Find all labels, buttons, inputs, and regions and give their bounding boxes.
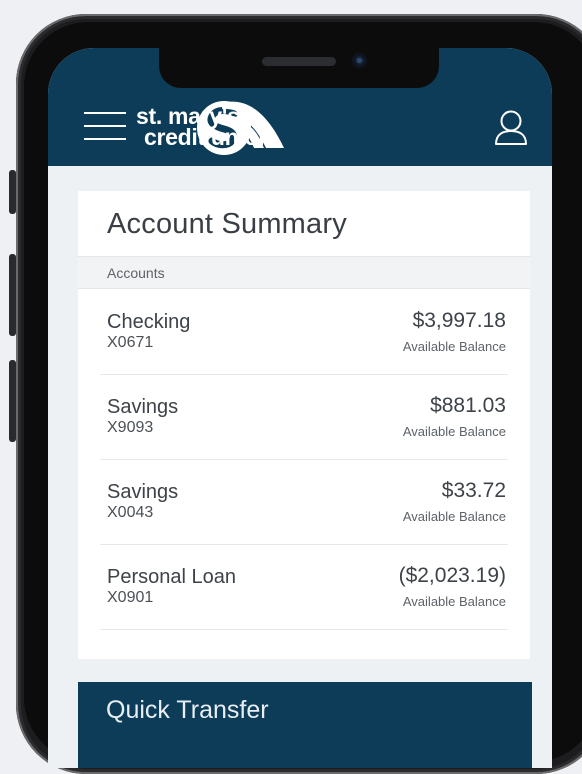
- account-name: Savings: [107, 481, 179, 503]
- account-balance: $33.72: [441, 479, 506, 502]
- page-title: Account Summary: [107, 208, 347, 240]
- account-number: X0043: [107, 504, 154, 521]
- quick-transfer-title: Quick Transfer: [106, 696, 269, 724]
- account-balance: $3,997.18: [412, 309, 506, 332]
- account-summary-card: Account Summary Accounts Checking X0671 …: [78, 191, 530, 659]
- balance-caption: Available Balance: [402, 594, 506, 609]
- phone-screen: st. mary's credit union Account Summary …: [48, 48, 552, 768]
- account-balance: ($2,023.19): [398, 564, 506, 587]
- account-number: X9093: [107, 419, 154, 436]
- brand-name-line2: credit union: [144, 124, 273, 150]
- phone-speaker: [262, 57, 336, 66]
- account-number: X0671: [107, 334, 154, 351]
- phone-notch: [159, 48, 439, 88]
- account-row-savings-9093[interactable]: Savings X9093 $881.03 Available Balance: [100, 374, 508, 460]
- phone-camera: [352, 53, 367, 68]
- accounts-section-label: Accounts: [107, 265, 165, 281]
- account-row-personal-loan[interactable]: Personal Loan X0901 ($2,023.19) Availabl…: [100, 544, 508, 630]
- balance-caption: Available Balance: [402, 339, 506, 354]
- user-profile-icon[interactable]: [493, 108, 529, 146]
- account-name: Checking: [107, 311, 191, 333]
- phone-volume-down-button: [9, 360, 16, 442]
- balance-caption: Available Balance: [402, 509, 506, 524]
- quick-transfer-panel[interactable]: Quick Transfer: [78, 682, 532, 768]
- accounts-section-header: Accounts: [78, 256, 530, 289]
- account-number: X0901: [107, 589, 154, 606]
- account-row-checking[interactable]: Checking X0671 $3,997.18 Available Balan…: [100, 289, 508, 375]
- balance-caption: Available Balance: [402, 424, 506, 439]
- phone-volume-up-button: [9, 254, 16, 336]
- brand-name: st. mary's credit union: [136, 105, 273, 150]
- phone-side-button: [9, 170, 16, 214]
- hamburger-menu-icon[interactable]: [84, 112, 128, 142]
- account-balance: $881.03: [430, 394, 506, 417]
- account-name: Savings: [107, 396, 179, 418]
- account-name: Personal Loan: [107, 566, 236, 588]
- account-row-savings-0043[interactable]: Savings X0043 $33.72 Available Balance: [100, 459, 508, 545]
